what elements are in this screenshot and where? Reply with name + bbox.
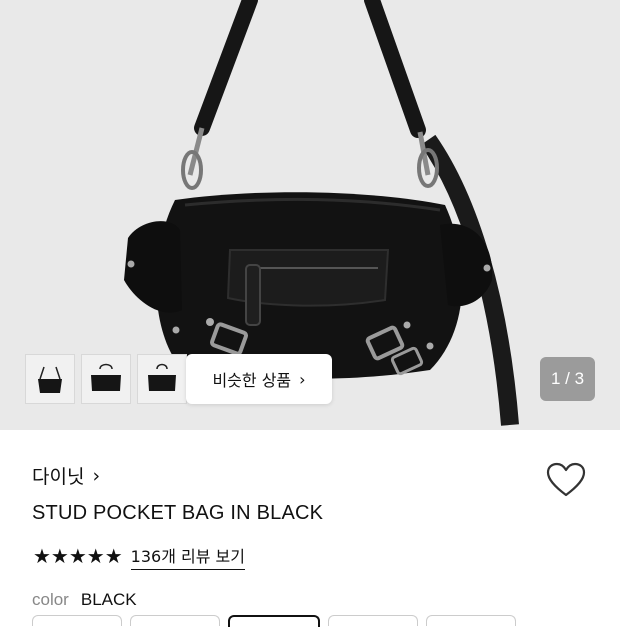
- color-row: color BLACK: [32, 590, 137, 610]
- review-link[interactable]: 136개 리뷰 보기: [130, 543, 245, 570]
- color-value: BLACK: [80, 590, 137, 609]
- thumbnail-1[interactable]: [25, 354, 75, 404]
- color-label: color: [32, 590, 69, 609]
- color-swatch[interactable]: [130, 615, 220, 626]
- heart-icon[interactable]: [546, 462, 586, 498]
- rating-row: ★★★★★ 136개 리뷰 보기: [33, 543, 245, 570]
- chevron-right-icon: ›: [299, 369, 306, 389]
- thumbnail-2[interactable]: [81, 354, 131, 404]
- bag-thumbnail-icon: [148, 363, 176, 391]
- similar-products-button[interactable]: 비슷한 상품 ›: [186, 354, 332, 404]
- star-rating-icon: ★★★★★: [33, 545, 123, 568]
- thumbnail-3[interactable]: [137, 354, 187, 404]
- color-swatches: [32, 615, 516, 627]
- similar-products-label: 비슷한 상품: [212, 371, 292, 390]
- product-title: STUD POCKET BAG IN BLACK: [32, 502, 324, 524]
- bag-thumbnail-icon: [91, 363, 121, 391]
- image-counter: 1 / 3: [540, 357, 595, 401]
- color-swatch[interactable]: [328, 615, 418, 626]
- product-image-gallery[interactable]: 비슷한 상품 › 1 / 3: [0, 0, 620, 430]
- brand-link[interactable]: 다이닛 ›: [32, 462, 100, 489]
- bag-thumbnail-icon: [38, 366, 62, 393]
- color-swatch-selected[interactable]: [228, 615, 320, 627]
- chevron-right-icon: ›: [92, 464, 101, 487]
- color-swatch[interactable]: [426, 615, 516, 626]
- brand-name: 다이닛: [32, 466, 85, 488]
- color-swatch[interactable]: [32, 615, 122, 626]
- thumbnail-strip: [25, 354, 187, 404]
